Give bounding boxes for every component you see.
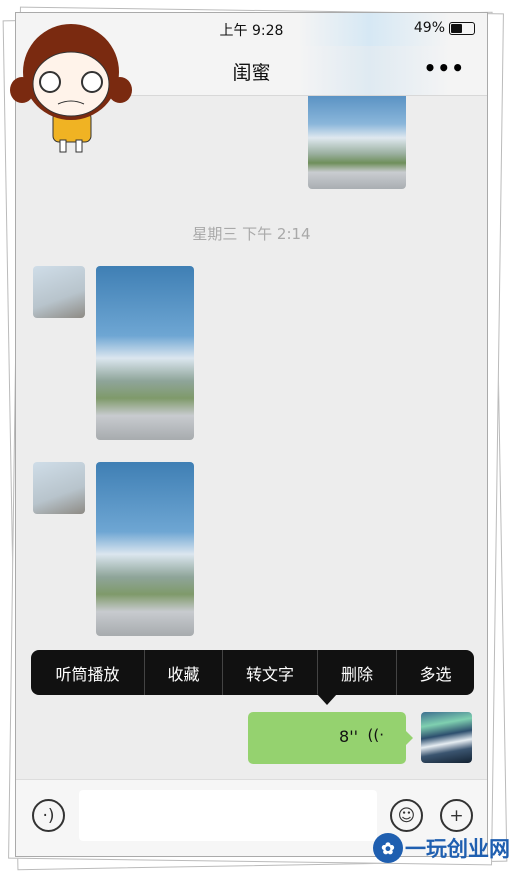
watermark-text: 一玩创业网	[405, 836, 510, 861]
watermark-logo: ✿ 一玩创业网	[373, 833, 510, 863]
menu-item-earpiece-play[interactable]: 听筒播放	[31, 650, 145, 695]
menu-item-favorite[interactable]: 收藏	[145, 650, 223, 695]
menu-pointer	[317, 694, 337, 705]
battery-indicator: 49%	[414, 20, 475, 36]
battery-icon	[449, 21, 475, 35]
message-input[interactable]	[79, 790, 377, 841]
battery-percent: 49%	[413, 20, 445, 36]
my-avatar[interactable]	[421, 712, 472, 763]
voice-duration: 8''	[339, 727, 358, 746]
crying-girl-sticker	[10, 24, 132, 153]
more-dots-icon[interactable]: •••	[424, 56, 465, 80]
image-message[interactable]	[308, 96, 406, 189]
chat-timestamp: 星期三 下午 2:14	[192, 225, 311, 243]
image-message[interactable]	[96, 462, 194, 636]
emoji-icon[interactable]: ☺	[390, 799, 423, 832]
menu-item-to-text[interactable]: 转文字	[223, 650, 318, 695]
friend-avatar[interactable]	[33, 462, 85, 514]
voice-mode-icon[interactable]: ·)	[32, 799, 65, 832]
image-message[interactable]	[96, 266, 194, 440]
menu-item-delete[interactable]: 删除	[318, 650, 397, 695]
plus-icon[interactable]: +	[440, 799, 473, 832]
context-menu: 听筒播放 收藏 转文字 删除 多选	[31, 650, 474, 695]
menu-item-multi-select[interactable]: 多选	[397, 650, 474, 695]
watermark-icon: ✿	[373, 833, 403, 863]
voice-wave-icon: ((·	[367, 726, 384, 744]
friend-avatar[interactable]	[33, 266, 85, 318]
voice-message-bubble[interactable]: 8'' ((·	[248, 712, 413, 764]
